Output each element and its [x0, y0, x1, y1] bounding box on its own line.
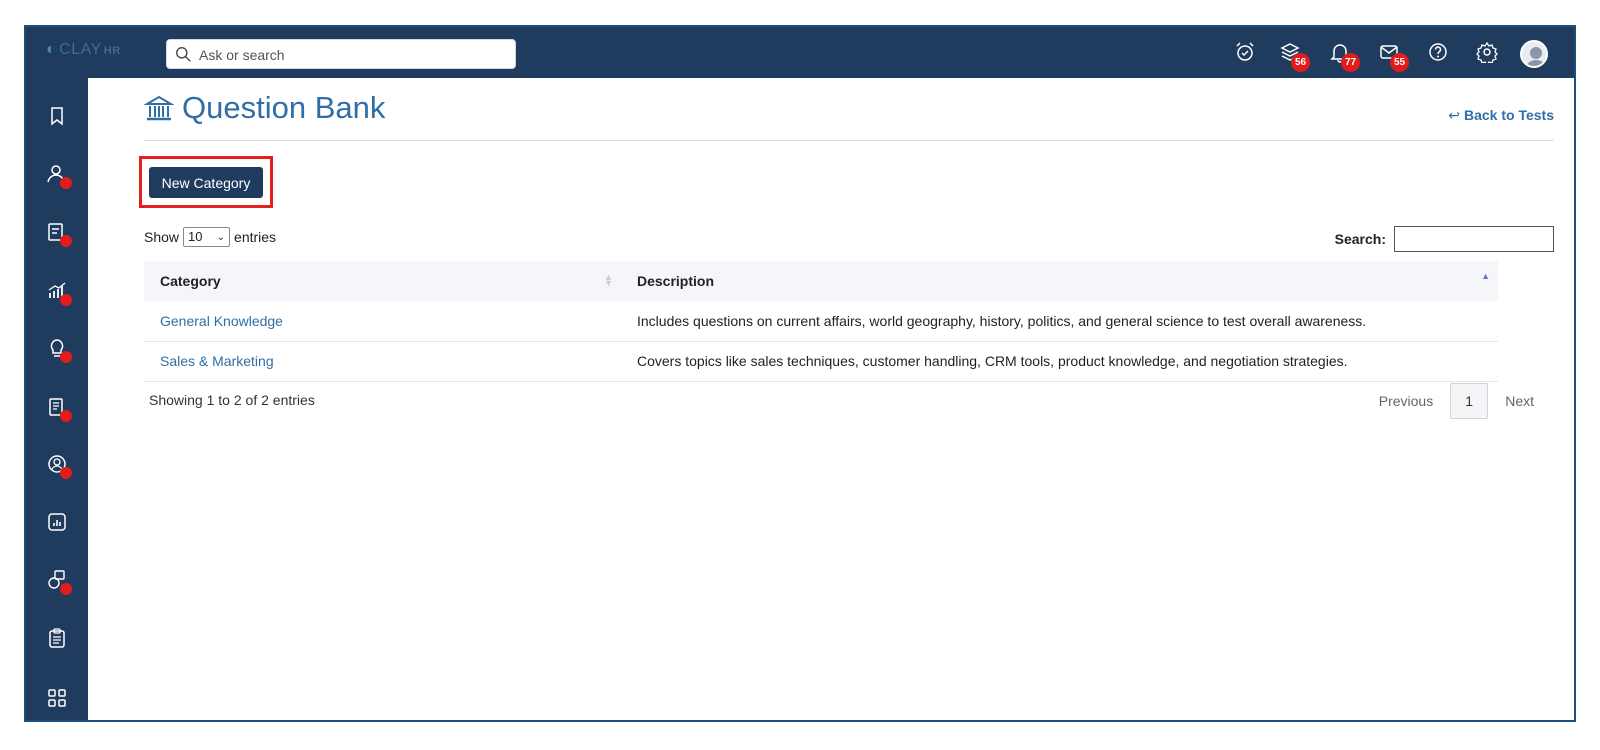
category-table: Category ▲ ▼ Description ▲ General Knowle…	[144, 261, 1498, 382]
notification-dot	[60, 177, 72, 189]
sidebar-item-ideas[interactable]	[46, 337, 72, 363]
page-title: Question Bank	[144, 90, 385, 126]
column-header-description[interactable]: Description ▲	[621, 261, 1498, 301]
sort-asc-icon: ▲	[1481, 271, 1490, 281]
notification-dot	[60, 583, 72, 595]
table-row: General Knowledge Includes questions on …	[144, 301, 1498, 341]
info-to: 2	[233, 392, 242, 408]
sidebar-item-bookmark[interactable]	[46, 105, 70, 129]
category-description: Covers topics like sales techniques, cus…	[637, 353, 1348, 369]
back-arrow-icon: ↩	[1448, 107, 1460, 123]
info-prefix: Showing	[149, 392, 207, 408]
settings-icon[interactable]	[1476, 41, 1498, 67]
next-button[interactable]: Next	[1505, 393, 1534, 409]
notification-dot	[60, 235, 72, 247]
table-search: Search:	[1335, 226, 1554, 252]
page-title-text: Question Bank	[182, 90, 386, 125]
clipboard-icon	[49, 628, 65, 648]
info-total: 2	[261, 392, 269, 408]
sort-icon: ▲ ▼	[604, 272, 613, 288]
logo-text: CLAY	[59, 41, 102, 58]
pagination: Previous 1 Next	[1379, 383, 1534, 419]
table-search-input[interactable]	[1394, 226, 1554, 252]
title-divider	[144, 140, 1554, 141]
highlight-box: New Category	[139, 156, 273, 208]
info-mid: to	[214, 392, 234, 408]
page-length-value: 10	[188, 229, 203, 244]
new-category-button[interactable]: New Category	[149, 167, 263, 198]
layers-badge: 56	[1291, 53, 1310, 72]
help-icon[interactable]	[1427, 41, 1449, 63]
entries-label: entries	[234, 229, 277, 245]
page-length-select[interactable]: 10 ⌄	[183, 227, 231, 247]
info-suffix: entries	[268, 392, 315, 408]
page-length-control: Show 10 ⌄ entries	[144, 227, 276, 247]
column-header-category[interactable]: Category ▲ ▼	[144, 261, 621, 301]
app-logo[interactable]: ◐ CLAY HR	[46, 41, 121, 59]
table-row: Sales & Marketing Covers topics like sal…	[144, 341, 1498, 381]
alarm-clock-icon[interactable]	[1234, 41, 1256, 63]
search-icon	[176, 47, 191, 62]
main-content: Question Bank ↩ Back to Tests New Categor…	[88, 78, 1574, 720]
back-to-tests-link[interactable]: ↩ Back to Tests	[1448, 107, 1554, 124]
sidebar-item-profile[interactable]	[46, 453, 72, 479]
table-search-label: Search:	[1334, 231, 1386, 247]
bookmark-icon	[51, 107, 63, 126]
report-icon	[48, 513, 66, 531]
sidebar-item-people[interactable]	[46, 163, 72, 189]
layers-icon[interactable]: 56	[1279, 41, 1310, 72]
info-mid: of	[241, 392, 262, 408]
back-to-tests-label: Back to Tests	[1464, 107, 1554, 123]
notification-dot	[60, 294, 72, 306]
bell-icon[interactable]: 77	[1329, 41, 1360, 72]
notification-dot	[60, 351, 72, 363]
sidebar-item-performance[interactable]	[46, 280, 72, 306]
table-header-row: Category ▲ ▼ Description ▲	[144, 261, 1498, 301]
app-frame: ◐CLAYHR 56 77 55	[24, 25, 1576, 722]
sidebar-item-support[interactable]	[46, 569, 72, 595]
sidebar-item-checklist[interactable]	[46, 627, 70, 651]
sidebar-item-attendance[interactable]	[46, 221, 72, 247]
previous-button[interactable]: Previous	[1379, 393, 1433, 409]
notification-dot	[60, 410, 72, 422]
sidebar-item-apps[interactable]	[46, 687, 70, 711]
bell-badge: 77	[1341, 53, 1360, 72]
search-input[interactable]	[199, 44, 499, 66]
grid-icon	[48, 689, 66, 707]
category-link[interactable]: Sales & Marketing	[144, 341, 621, 381]
show-label: Show	[144, 229, 180, 245]
table-info: Showing 1 to 2 of 2 entries	[149, 392, 315, 408]
avatar[interactable]	[1520, 40, 1548, 68]
sidebar	[26, 78, 88, 720]
logo-suffix: HR	[103, 45, 121, 57]
column-header-label: Description	[637, 273, 715, 289]
column-header-label: Category	[160, 273, 221, 289]
mail-badge: 55	[1390, 53, 1409, 72]
mail-icon[interactable]: 55	[1378, 41, 1409, 72]
bank-icon	[144, 95, 174, 121]
chevron-down-icon: ⌄	[216, 232, 226, 243]
global-search[interactable]	[166, 39, 516, 69]
notification-dot	[60, 467, 72, 479]
sidebar-item-documents[interactable]	[46, 396, 72, 422]
page-button-1[interactable]: 1	[1450, 383, 1489, 419]
sidebar-item-reports[interactable]	[46, 511, 70, 535]
logo-mark-icon: ◐	[46, 41, 57, 58]
category-description: Includes questions on current affairs, w…	[637, 312, 1367, 329]
top-bar: ◐CLAYHR 56 77 55	[26, 27, 1574, 78]
category-link[interactable]: General Knowledge	[144, 301, 621, 341]
